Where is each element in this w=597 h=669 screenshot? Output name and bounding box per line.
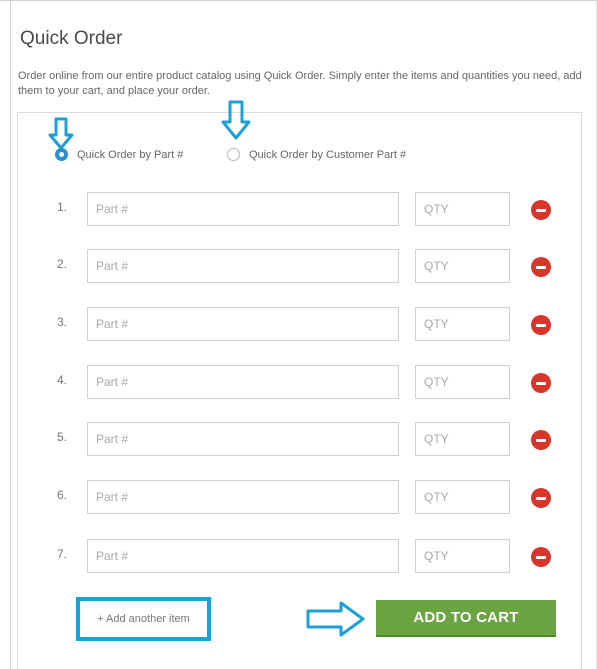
order-row: 5. <box>0 422 597 456</box>
radio-quick-order-by-part[interactable]: Quick Order by Part # <box>55 148 183 161</box>
remove-row-icon[interactable] <box>531 430 551 450</box>
row-number: 2. <box>57 257 68 271</box>
part-number-input[interactable] <box>87 422 399 456</box>
quantity-input[interactable] <box>415 307 510 341</box>
quantity-input[interactable] <box>415 192 510 226</box>
order-row: 4. <box>0 365 597 399</box>
remove-row-icon[interactable] <box>531 373 551 393</box>
order-row: 1. <box>0 192 597 226</box>
order-row: 3. <box>0 307 597 341</box>
part-number-input[interactable] <box>87 365 399 399</box>
row-number: 4. <box>57 373 68 387</box>
remove-row-icon[interactable] <box>531 488 551 508</box>
radio-label: Quick Order by Customer Part # <box>249 148 407 161</box>
row-number: 6. <box>57 488 68 502</box>
down-arrow-icon <box>48 117 74 150</box>
part-number-input[interactable] <box>87 192 399 226</box>
quantity-input[interactable] <box>415 365 510 399</box>
page-title: Quick Order <box>20 28 123 49</box>
add-to-cart-label: ADD TO CART <box>413 609 519 626</box>
remove-row-icon[interactable] <box>531 547 551 567</box>
row-number: 7. <box>57 547 68 561</box>
down-arrow-icon <box>221 100 251 140</box>
part-number-input[interactable] <box>87 480 399 514</box>
right-arrow-icon <box>306 601 365 637</box>
add-to-cart-button[interactable]: ADD TO CART <box>376 600 556 637</box>
intro-text: Order online from our entire product cat… <box>18 70 582 97</box>
row-number: 1. <box>57 200 68 214</box>
order-row: 7. <box>0 539 597 573</box>
add-another-item-button[interactable]: + Add another item <box>76 597 211 641</box>
remove-row-icon[interactable] <box>531 257 551 277</box>
quantity-input[interactable] <box>415 480 510 514</box>
remove-row-icon[interactable] <box>531 315 551 335</box>
quantity-input[interactable] <box>415 249 510 283</box>
radio-unchecked-icon[interactable] <box>227 148 240 161</box>
row-number: 5. <box>57 430 68 444</box>
order-row: 6. <box>0 480 597 514</box>
radio-quick-order-by-customer-part[interactable]: Quick Order by Customer Part # <box>227 148 406 161</box>
quantity-input[interactable] <box>415 422 510 456</box>
part-number-input[interactable] <box>87 539 399 573</box>
part-number-input[interactable] <box>87 249 399 283</box>
add-another-item-label: + Add another item <box>97 613 190 625</box>
order-row: 2. <box>0 249 597 283</box>
radio-checked-icon[interactable] <box>55 148 68 161</box>
remove-row-icon[interactable] <box>531 200 551 220</box>
part-number-input[interactable] <box>87 307 399 341</box>
row-number: 3. <box>57 315 68 329</box>
frame-top-border <box>0 0 597 1</box>
quantity-input[interactable] <box>415 539 510 573</box>
radio-label: Quick Order by Part # <box>77 148 184 161</box>
